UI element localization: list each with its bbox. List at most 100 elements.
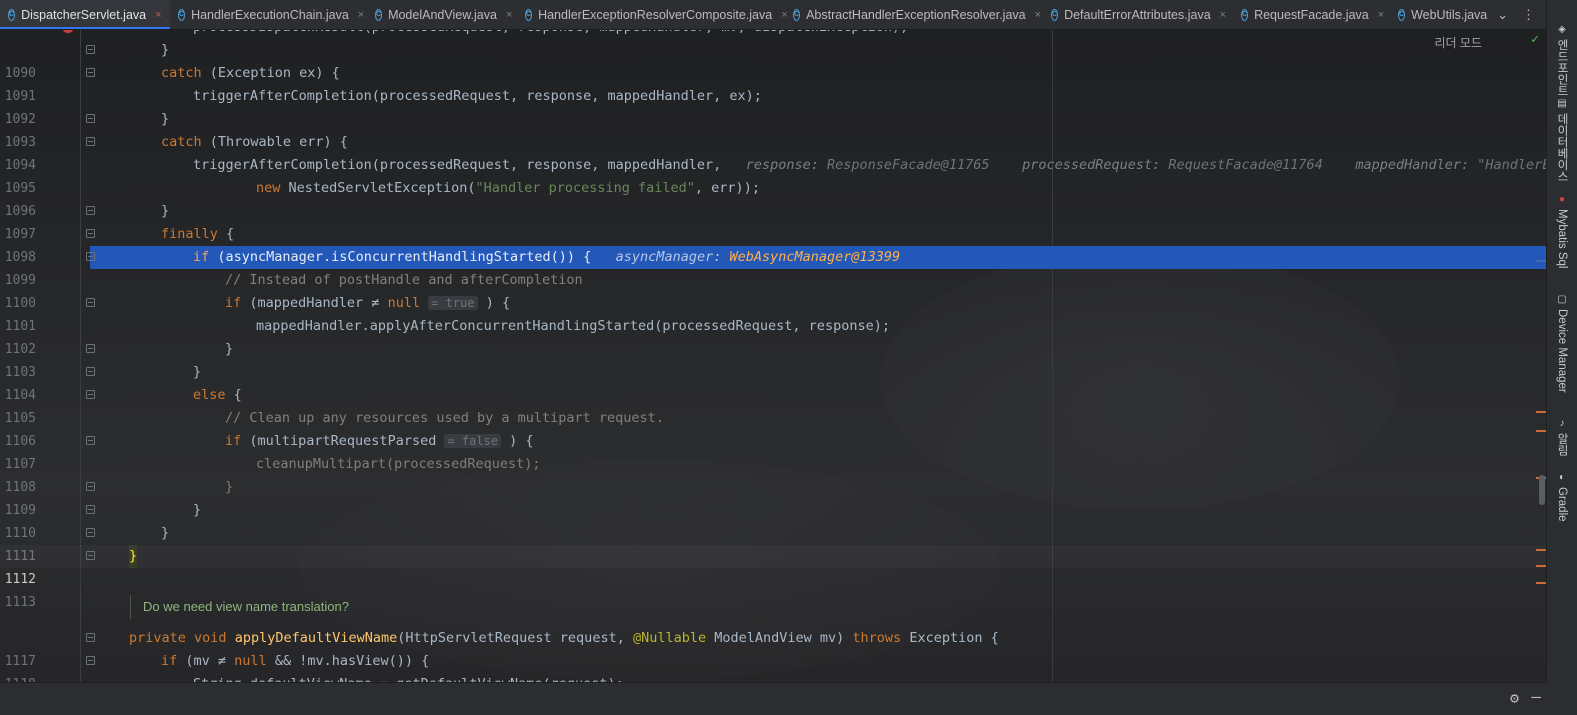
fold-icon[interactable]: [86, 633, 95, 642]
tab-handlerexecutionchain[interactable]: C HandlerExecutionChain.java ×: [170, 0, 367, 29]
fold-icon[interactable]: [86, 390, 95, 399]
java-class-icon: C: [1241, 8, 1249, 21]
tool-label: Gradle: [1556, 487, 1568, 522]
code-text: new NestedServletException("Handler proc…: [256, 180, 760, 196]
device-manager-icon: ▢: [1557, 294, 1567, 305]
fold-icon[interactable]: [86, 482, 95, 491]
java-class-icon: C: [1398, 8, 1406, 21]
fold-icon[interactable]: [86, 114, 95, 123]
fold-icon[interactable]: [86, 505, 95, 514]
code-line: 1093 }: [0, 108, 1547, 150]
chevron-down-icon[interactable]: ⌄: [1497, 7, 1508, 23]
code-text: triggerAfterCompletion(processedRequest,…: [193, 88, 762, 104]
close-icon[interactable]: ×: [155, 9, 161, 21]
code-editor[interactable]: 리더 모드 ✓ processDispatchResult(processedR…: [0, 30, 1547, 682]
code-line: 1098 finally {: [0, 223, 1547, 265]
tab-requestfacade[interactable]: C RequestFacade.java ×: [1233, 0, 1390, 29]
code-text: }: [161, 42, 170, 58]
fold-icon[interactable]: [86, 551, 95, 560]
tab-modelandview[interactable]: C ModelAndView.java ×: [367, 0, 517, 29]
fold-icon[interactable]: [86, 344, 95, 353]
java-class-icon: C: [525, 8, 533, 21]
java-class-icon: C: [1051, 8, 1059, 21]
code-line: 1090 }: [0, 39, 1547, 81]
code-comment: // Instead of postHandle and afterComple…: [225, 272, 583, 288]
tab-abstracthandlerexceptionresolver[interactable]: C AbstractHandlerExceptionResolver.java …: [785, 0, 1043, 29]
fold-icon[interactable]: [86, 528, 95, 537]
code-line: 1118 if (mv ≠ null && !mv.hasView()) {: [0, 650, 1547, 682]
close-icon[interactable]: ×: [1220, 9, 1226, 21]
close-icon[interactable]: ×: [1378, 9, 1384, 21]
code-line: 1108 cleanupMultipart(processedRequest);: [0, 453, 1547, 495]
tab-label: RequestFacade.java: [1254, 7, 1369, 22]
breakpoint-icon[interactable]: [62, 30, 74, 33]
execution-point-line: if (asyncManager.isConcurrentHandlingSta…: [90, 246, 1547, 269]
fold-icon[interactable]: [86, 656, 95, 665]
tool-label: Mybatis Sql: [1556, 209, 1568, 269]
tool-label: 엔드포인트: [1556, 39, 1568, 97]
code-line: 1099: [0, 246, 95, 288]
tool-device-manager[interactable]: ▢ Device Manager: [1553, 294, 1571, 393]
java-class-icon: C: [375, 8, 383, 21]
fold-icon[interactable]: [86, 229, 95, 238]
caret-line: 1112 }: [0, 545, 1547, 587]
tab-label: ModelAndView.java: [388, 7, 497, 22]
editor-tab-bar: C DispatcherServlet.java × C HandlerExec…: [0, 0, 1547, 30]
fold-icon[interactable]: [86, 45, 95, 54]
right-tool-window-bar: ◈ 엔드포인트 ▤ 데이터베이스 ● Mybatis Sql ▢ Device …: [1546, 0, 1577, 714]
tab-label: AbstractHandlerExceptionResolver.java: [806, 7, 1026, 22]
scrollbar-thumb[interactable]: [1539, 475, 1545, 505]
close-icon[interactable]: ×: [358, 9, 364, 21]
code-line: 1097 }: [0, 200, 1547, 242]
gear-icon[interactable]: ⚙: [1510, 689, 1519, 707]
close-icon[interactable]: ×: [1035, 9, 1041, 21]
tool-notifications[interactable]: ♪ 알림: [1553, 418, 1571, 456]
matched-brace: }: [129, 545, 138, 568]
code-text: catch (Exception ex) {: [161, 65, 340, 81]
fold-icon[interactable]: [86, 206, 95, 215]
java-class-icon: C: [178, 8, 186, 21]
tool-database[interactable]: ▤ 데이터베이스: [1553, 98, 1571, 182]
endpoints-icon: ◈: [1558, 24, 1566, 35]
fold-icon[interactable]: [86, 436, 95, 445]
code-text: if (mappedHandler ≠ null = true ) {: [225, 295, 511, 311]
code-line: 1102 mappedHandler.applyAfterConcurrentH…: [0, 315, 1547, 357]
tab-dispatcherservlet[interactable]: C DispatcherServlet.java ×: [0, 0, 170, 29]
tab-label: DispatcherServlet.java: [21, 7, 147, 22]
code-text: }: [193, 502, 202, 518]
mybatis-icon: ●: [1558, 194, 1566, 205]
rendered-doc-comment: Do we need view name translation?: [130, 595, 349, 619]
fold-icon[interactable]: [86, 252, 95, 261]
stripe-mark: [1536, 549, 1546, 551]
code-text: else {: [193, 387, 242, 403]
code-comment: // Clean up any resources used by a mult…: [225, 410, 664, 426]
inline-value-hint: = false: [444, 434, 502, 448]
code-text: }: [225, 341, 234, 357]
code-line: 1106 // Clean up any resources used by a…: [0, 407, 1547, 449]
minimize-icon[interactable]: —: [1531, 687, 1541, 706]
more-vertical-icon[interactable]: ⋮: [1522, 7, 1535, 23]
close-icon[interactable]: ×: [506, 9, 512, 21]
fold-icon[interactable]: [86, 298, 95, 307]
tab-handlerexceptionresolvercomposite[interactable]: C HandlerExceptionResolverComposite.java…: [517, 0, 788, 29]
stripe-mark: [1536, 260, 1546, 262]
code-line: 1105 else {: [0, 384, 1547, 426]
tool-endpoints[interactable]: ◈ 엔드포인트: [1553, 24, 1571, 97]
fold-icon[interactable]: [86, 137, 95, 146]
code-text: if (mv ≠ null && !mv.hasView()) {: [161, 653, 430, 669]
tab-webutils[interactable]: C WebUtils.java: [1390, 0, 1490, 29]
bottom-tool-bar: ⚙ —: [0, 682, 1547, 715]
fold-icon[interactable]: [86, 367, 95, 376]
tab-defaulterrorattributes[interactable]: C DefaultErrorAttributes.java ×: [1043, 0, 1233, 29]
code-text: }: [161, 525, 170, 541]
tool-label: Device Manager: [1556, 309, 1568, 393]
fold-icon[interactable]: [86, 68, 95, 77]
code-text: }: [161, 111, 170, 127]
code-text: }: [193, 364, 202, 380]
tool-gradle[interactable]: ◐ Gradle: [1553, 472, 1571, 522]
code-line: 1101 if (mappedHandler ≠ null = true ) {: [0, 292, 1547, 334]
tool-mybatis-sql[interactable]: ● Mybatis Sql: [1553, 194, 1571, 268]
code-text: if (multipartRequestParsed = false ) {: [225, 433, 534, 449]
code-line: 1092 triggerAfterCompletion(processedReq…: [0, 85, 1547, 127]
code-text: catch (Throwable err) {: [161, 134, 348, 150]
